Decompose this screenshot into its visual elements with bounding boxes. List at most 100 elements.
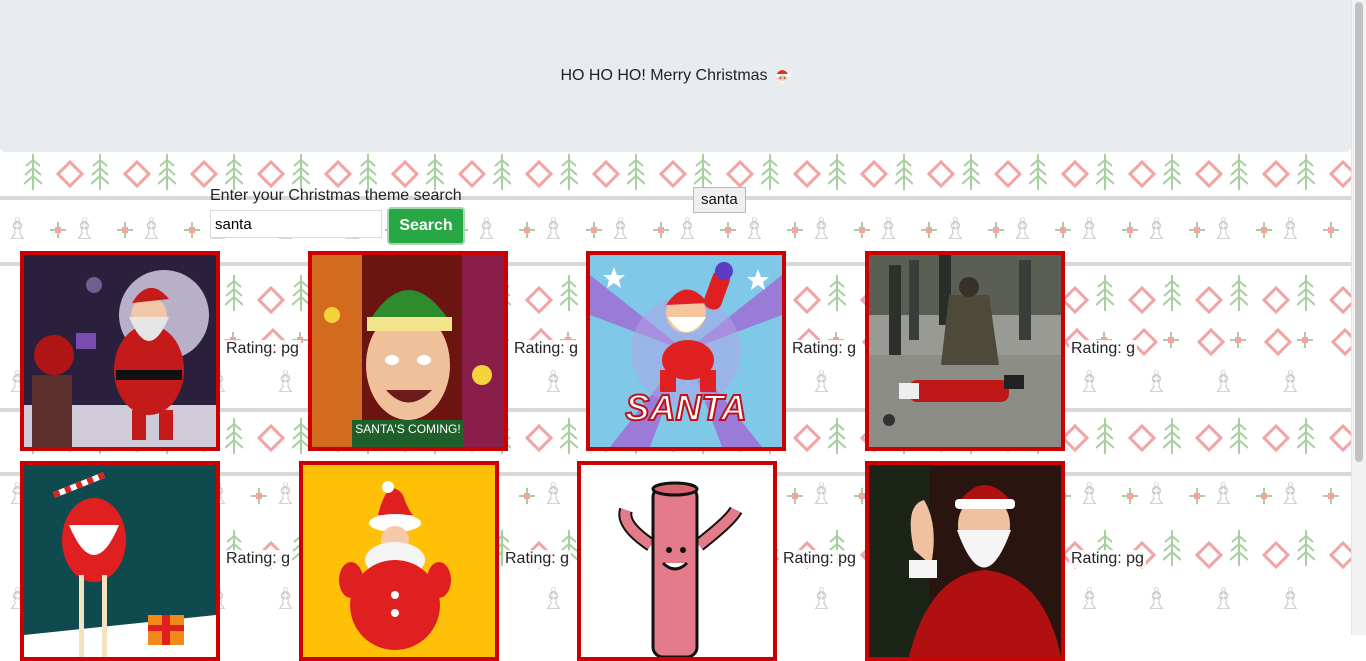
- sweater-reindeer: ♗: [1277, 477, 1304, 512]
- sweater-reindeer: ♗: [607, 212, 634, 247]
- sweater-reindeer: ♗: [1076, 477, 1103, 512]
- sweater-diamond: [792, 423, 822, 453]
- sweater-tree: [158, 154, 176, 190]
- sweater-snowflake: [653, 222, 669, 238]
- sweater-tree: [1163, 418, 1181, 454]
- sweater-snowflake: [1189, 222, 1205, 238]
- sweater-snowflake: [1189, 488, 1205, 504]
- sweater-diamond: [792, 159, 822, 189]
- sweater-diamond: [1127, 159, 1157, 189]
- sweater-diamond: [1060, 159, 1090, 189]
- sweater-tree: [225, 154, 243, 190]
- gif-result-1[interactable]: [20, 251, 220, 451]
- sweater-reindeer: ♗: [808, 212, 835, 247]
- sweater-tree: [694, 154, 712, 190]
- sweater-tree: [1297, 275, 1315, 311]
- sweater-tree: [1230, 275, 1248, 311]
- santa-street-image: [869, 255, 1061, 447]
- sweater-snowflake: [1122, 488, 1138, 504]
- gif-result-5[interactable]: [20, 461, 220, 661]
- sweater-diamond: [926, 159, 956, 189]
- sweater-snowflake: [988, 222, 1004, 238]
- sweater-reindeer: ♗: [1277, 365, 1304, 400]
- sweater-reindeer: ♗: [272, 365, 299, 400]
- santa-cartoon-image: SANTA: [590, 255, 782, 447]
- sweater-reindeer: ♗: [1210, 212, 1237, 247]
- sweater-diamond: [1127, 285, 1157, 315]
- sweater-diamond: [1261, 285, 1291, 315]
- sweater-reindeer: ♗: [674, 212, 701, 247]
- sweater-snowflake: [1055, 222, 1071, 238]
- sweater-diamond: [256, 423, 286, 453]
- gif-rating-5: Rating: g: [224, 550, 293, 568]
- gif-rating-7: Rating: pg: [781, 550, 858, 568]
- sweater-diamond: [524, 285, 554, 315]
- sweater-tree: [828, 275, 846, 311]
- sweater-snowflake: [921, 222, 937, 238]
- sweater-tree: [225, 275, 243, 311]
- sweater-snowflake: [251, 488, 267, 504]
- gif-result-4[interactable]: [865, 251, 1065, 451]
- gif-rating-1: Rating: pg: [224, 340, 301, 358]
- gif-caption-3: SANTA: [625, 387, 746, 428]
- sweater-diamond: [1060, 285, 1090, 315]
- sweater-snowflake: [519, 488, 535, 504]
- sweater-tree: [91, 154, 109, 190]
- sweater-reindeer: ♗: [138, 212, 165, 247]
- sweater-snowflake: [787, 488, 803, 504]
- sweater-diamond: [457, 159, 487, 189]
- gif-result-3[interactable]: SANTA: [586, 251, 786, 451]
- gif-caption-2: SANTA'S COMING!: [355, 422, 460, 436]
- sweater-snowflake: [1230, 332, 1246, 348]
- topic-button-santa[interactable]: santa: [693, 187, 746, 213]
- gif-rating-6: Rating: g: [503, 550, 572, 568]
- sweater-reindeer: ♗: [1210, 365, 1237, 400]
- search-input[interactable]: [210, 210, 382, 238]
- sweater-tree: [1096, 275, 1114, 311]
- gif-result-6[interactable]: [299, 461, 499, 661]
- sweater-tree: [1163, 530, 1181, 566]
- sweater-reindeer: ♗: [540, 477, 567, 512]
- santa-chimney-image: [24, 255, 216, 447]
- scrollbar-thumb[interactable]: [1355, 2, 1363, 462]
- sweater-tree: [292, 154, 310, 190]
- sweater-diamond: [1127, 423, 1157, 453]
- sweater-reindeer: ♗: [272, 477, 299, 512]
- sweater-diamond: [993, 159, 1023, 189]
- sweater-diamond: [1261, 159, 1291, 189]
- sweater-snowflake: [1256, 488, 1272, 504]
- sweater-tree: [1163, 154, 1181, 190]
- vertical-scrollbar[interactable]: [1351, 0, 1366, 635]
- sweater-tree: [1029, 154, 1047, 190]
- sweater-tree: [962, 154, 980, 190]
- sweater-reindeer: ♗: [540, 582, 567, 617]
- santa-waving-image: [869, 465, 1061, 657]
- sweater-tree: [560, 154, 578, 190]
- sweater-reindeer: ♗: [942, 212, 969, 247]
- gif-result-2[interactable]: SANTA'S COMING!: [308, 251, 508, 451]
- sweater-tree: [560, 418, 578, 454]
- santa-plush-image: [303, 465, 495, 657]
- gif-result-8[interactable]: [865, 461, 1065, 661]
- sweater-diamond: [859, 159, 889, 189]
- sweater-tree: [225, 418, 243, 454]
- sweater-reindeer: ♗: [808, 477, 835, 512]
- sweater-reindeer: ♗: [1143, 212, 1170, 247]
- sweater-snowflake: [720, 222, 736, 238]
- sweater-tree: [359, 154, 377, 190]
- sweater-diamond: [122, 159, 152, 189]
- search-button[interactable]: Search: [387, 207, 465, 245]
- sweater-reindeer: ♗: [1076, 365, 1103, 400]
- sweater-diamond: [1194, 285, 1224, 315]
- sweater-tree: [493, 154, 511, 190]
- sweater-tree: [1230, 418, 1248, 454]
- sweater-diamond: [55, 159, 85, 189]
- gif-result-7[interactable]: [577, 461, 777, 661]
- page-title: HO HO HO! Merry Christmas: [560, 67, 768, 84]
- sweater-diamond: [725, 159, 755, 189]
- sweater-snowflake: [117, 222, 133, 238]
- sweater-diamond: [524, 159, 554, 189]
- sweater-reindeer: ♗: [4, 212, 31, 247]
- sweater-snowflake: [1297, 332, 1313, 348]
- sweater-tree: [1230, 530, 1248, 566]
